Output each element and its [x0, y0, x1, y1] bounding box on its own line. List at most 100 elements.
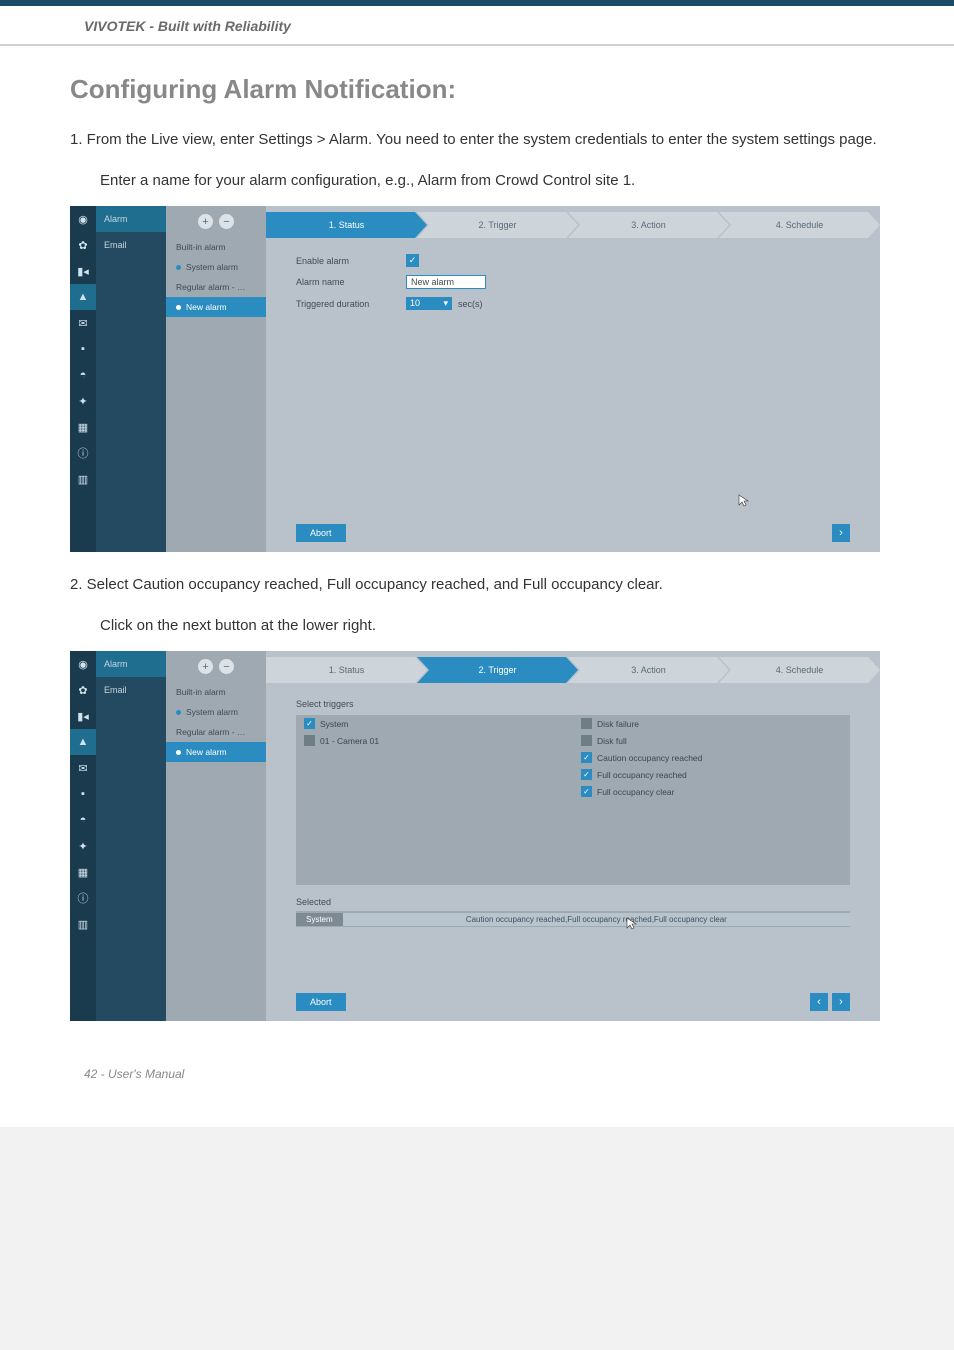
cursor-icon — [738, 494, 750, 508]
row-enable: Enable alarm ✓ — [296, 254, 850, 267]
sub-item-alarm[interactable]: Alarm — [96, 206, 166, 232]
network-icon[interactable]: ✦ — [70, 388, 96, 414]
page-footer: 42 - User's Manual — [0, 1061, 954, 1087]
alarm-name-label: Alarm name — [296, 277, 406, 287]
abort-button[interactable]: Abort — [296, 524, 346, 542]
gear-icon[interactable]: ✿ — [70, 232, 96, 258]
sub-sidebar: Alarm Email — [96, 206, 166, 552]
trg-disk-full[interactable]: Disk full — [573, 732, 850, 749]
step-status[interactable]: 1. Status — [266, 657, 427, 683]
remove-button[interactable]: − — [219, 214, 234, 229]
step-action[interactable]: 3. Action — [568, 212, 729, 238]
trg-disk-failure[interactable]: Disk failure — [573, 715, 850, 732]
gear-icon[interactable]: ✿ — [70, 677, 96, 703]
alarm-new[interactable]: New alarm — [166, 742, 266, 762]
info-icon[interactable]: ⓘ — [70, 440, 96, 466]
enable-checkbox[interactable]: ✓ — [406, 254, 419, 267]
duration-unit: sec(s) — [458, 299, 483, 309]
step-1b-text: Enter a name for your alarm configuratio… — [70, 170, 884, 193]
nav-sidebar: ◉ ✿ ▮◂ ▲ ✉ ▪ ◓ ✦ ▦ ⓘ ▥ — [70, 206, 96, 552]
alarm-bell-icon[interactable]: ▲ — [70, 729, 96, 755]
alarm-system[interactable]: System alarm — [166, 257, 266, 277]
eye-icon[interactable]: ◉ — [70, 651, 96, 677]
alarm-name-input[interactable]: New alarm — [406, 275, 486, 289]
grid-icon[interactable]: ▦ — [70, 859, 96, 885]
chart-icon[interactable]: ▥ — [70, 911, 96, 937]
alarm-system[interactable]: System alarm — [166, 702, 266, 722]
alarm-regular[interactable]: Regular alarm - … — [166, 722, 266, 742]
step-schedule[interactable]: 4. Schedule — [719, 212, 880, 238]
info-icon[interactable]: ⓘ — [70, 885, 96, 911]
camera-icon[interactable]: ▮◂ — [70, 258, 96, 284]
next-button[interactable]: › — [832, 524, 850, 542]
nav-buttons: › — [832, 524, 850, 542]
email-icon[interactable]: ✉ — [70, 310, 96, 336]
trg-occupancy-clear[interactable]: ✓Full occupancy clear — [573, 783, 850, 800]
grid-icon[interactable]: ▦ — [70, 414, 96, 440]
add-button[interactable]: + — [198, 659, 213, 674]
alarm-list-panel: + − Built-in alarm System alarm Regular … — [166, 206, 266, 552]
eye-icon[interactable]: ◉ — [70, 206, 96, 232]
dot-icon — [176, 750, 181, 755]
step-2b-text: Click on the next button at the lower ri… — [70, 615, 884, 638]
checkbox-icon: ✓ — [304, 718, 315, 729]
dot-icon — [176, 265, 181, 270]
checkbox-icon: ✓ — [581, 752, 592, 763]
alarm-list-controls: + − — [166, 206, 266, 237]
network-icon[interactable]: ✦ — [70, 833, 96, 859]
alarm-new[interactable]: New alarm — [166, 297, 266, 317]
screenshot-1: ◉ ✿ ▮◂ ▲ ✉ ▪ ◓ ✦ ▦ ⓘ ▥ Alarm Email + − — [70, 206, 880, 552]
disk-icon[interactable]: ◓ — [70, 362, 96, 388]
sub-sidebar: Alarm Email — [96, 651, 166, 1021]
bottom-buttons: Abort › — [296, 524, 850, 542]
selected-events-text: Caution occupancy reached,Full occupancy… — [343, 913, 850, 926]
prev-button[interactable]: ‹ — [810, 993, 828, 1011]
nav-buttons: ‹ › — [810, 993, 850, 1011]
wizard-steps: 1. Status 2. Trigger 3. Action 4. Schedu… — [266, 212, 880, 238]
select-triggers-label: Select triggers — [296, 699, 850, 709]
abort-button[interactable]: Abort — [296, 993, 346, 1011]
trg-camera01[interactable]: 01 - Camera 01 — [296, 732, 573, 749]
trg-caution-occupancy[interactable]: ✓Caution occupancy reached — [573, 749, 850, 766]
alarm-list-controls: + − — [166, 651, 266, 682]
alarm-builtin[interactable]: Built-in alarm — [166, 237, 266, 257]
step-schedule[interactable]: 4. Schedule — [719, 657, 880, 683]
row-name: Alarm name New alarm — [296, 275, 850, 289]
selected-label: Selected — [296, 897, 850, 907]
duration-input[interactable]: 10 ▾ — [406, 297, 452, 310]
step-2-text: 2. Select Caution occupancy reached, Ful… — [70, 574, 884, 597]
trg-system[interactable]: ✓System — [296, 715, 573, 732]
alarm-bell-icon[interactable]: ▲ — [70, 284, 96, 310]
content-area: Configuring Alarm Notification: 1. From … — [0, 74, 954, 1021]
trigger-source-col: ✓System 01 - Camera 01 — [296, 715, 573, 885]
selected-bar: System Caution occupancy reached,Full oc… — [296, 911, 850, 927]
step-trigger[interactable]: 2. Trigger — [417, 212, 578, 238]
step-action[interactable]: 3. Action — [568, 657, 729, 683]
alarm-regular[interactable]: Regular alarm - … — [166, 277, 266, 297]
step-trigger[interactable]: 2. Trigger — [417, 657, 578, 683]
main-pane: 1. Status 2. Trigger 3. Action 4. Schedu… — [266, 651, 880, 1021]
email-icon[interactable]: ✉ — [70, 755, 96, 781]
page-header: VIVOTEK - Built with Reliability — [0, 0, 954, 46]
add-button[interactable]: + — [198, 214, 213, 229]
disk-icon[interactable]: ◓ — [70, 807, 96, 833]
alarm-list-panel: + − Built-in alarm System alarm Regular … — [166, 651, 266, 1021]
alarm-builtin[interactable]: Built-in alarm — [166, 682, 266, 702]
nav-sidebar: ◉ ✿ ▮◂ ▲ ✉ ▪ ◓ ✦ ▦ ⓘ ▥ — [70, 651, 96, 1021]
user-icon[interactable]: ▪ — [70, 336, 96, 362]
user-icon[interactable]: ▪ — [70, 781, 96, 807]
cursor-icon — [626, 917, 638, 931]
brand-text: VIVOTEK - Built with Reliability — [84, 18, 291, 34]
chart-icon[interactable]: ▥ — [70, 466, 96, 492]
remove-button[interactable]: − — [219, 659, 234, 674]
sub-item-email[interactable]: Email — [96, 232, 166, 258]
next-button[interactable]: › — [832, 993, 850, 1011]
step-status[interactable]: 1. Status — [266, 212, 427, 238]
checkbox-icon — [581, 735, 592, 746]
screenshot-2: ◉ ✿ ▮◂ ▲ ✉ ▪ ◓ ✦ ▦ ⓘ ▥ Alarm Email + − — [70, 651, 880, 1021]
sub-item-email[interactable]: Email — [96, 677, 166, 703]
camera-icon[interactable]: ▮◂ — [70, 703, 96, 729]
row-duration: Triggered duration 10 ▾ sec(s) — [296, 297, 850, 310]
trg-full-occupancy[interactable]: ✓Full occupancy reached — [573, 766, 850, 783]
sub-item-alarm[interactable]: Alarm — [96, 651, 166, 677]
